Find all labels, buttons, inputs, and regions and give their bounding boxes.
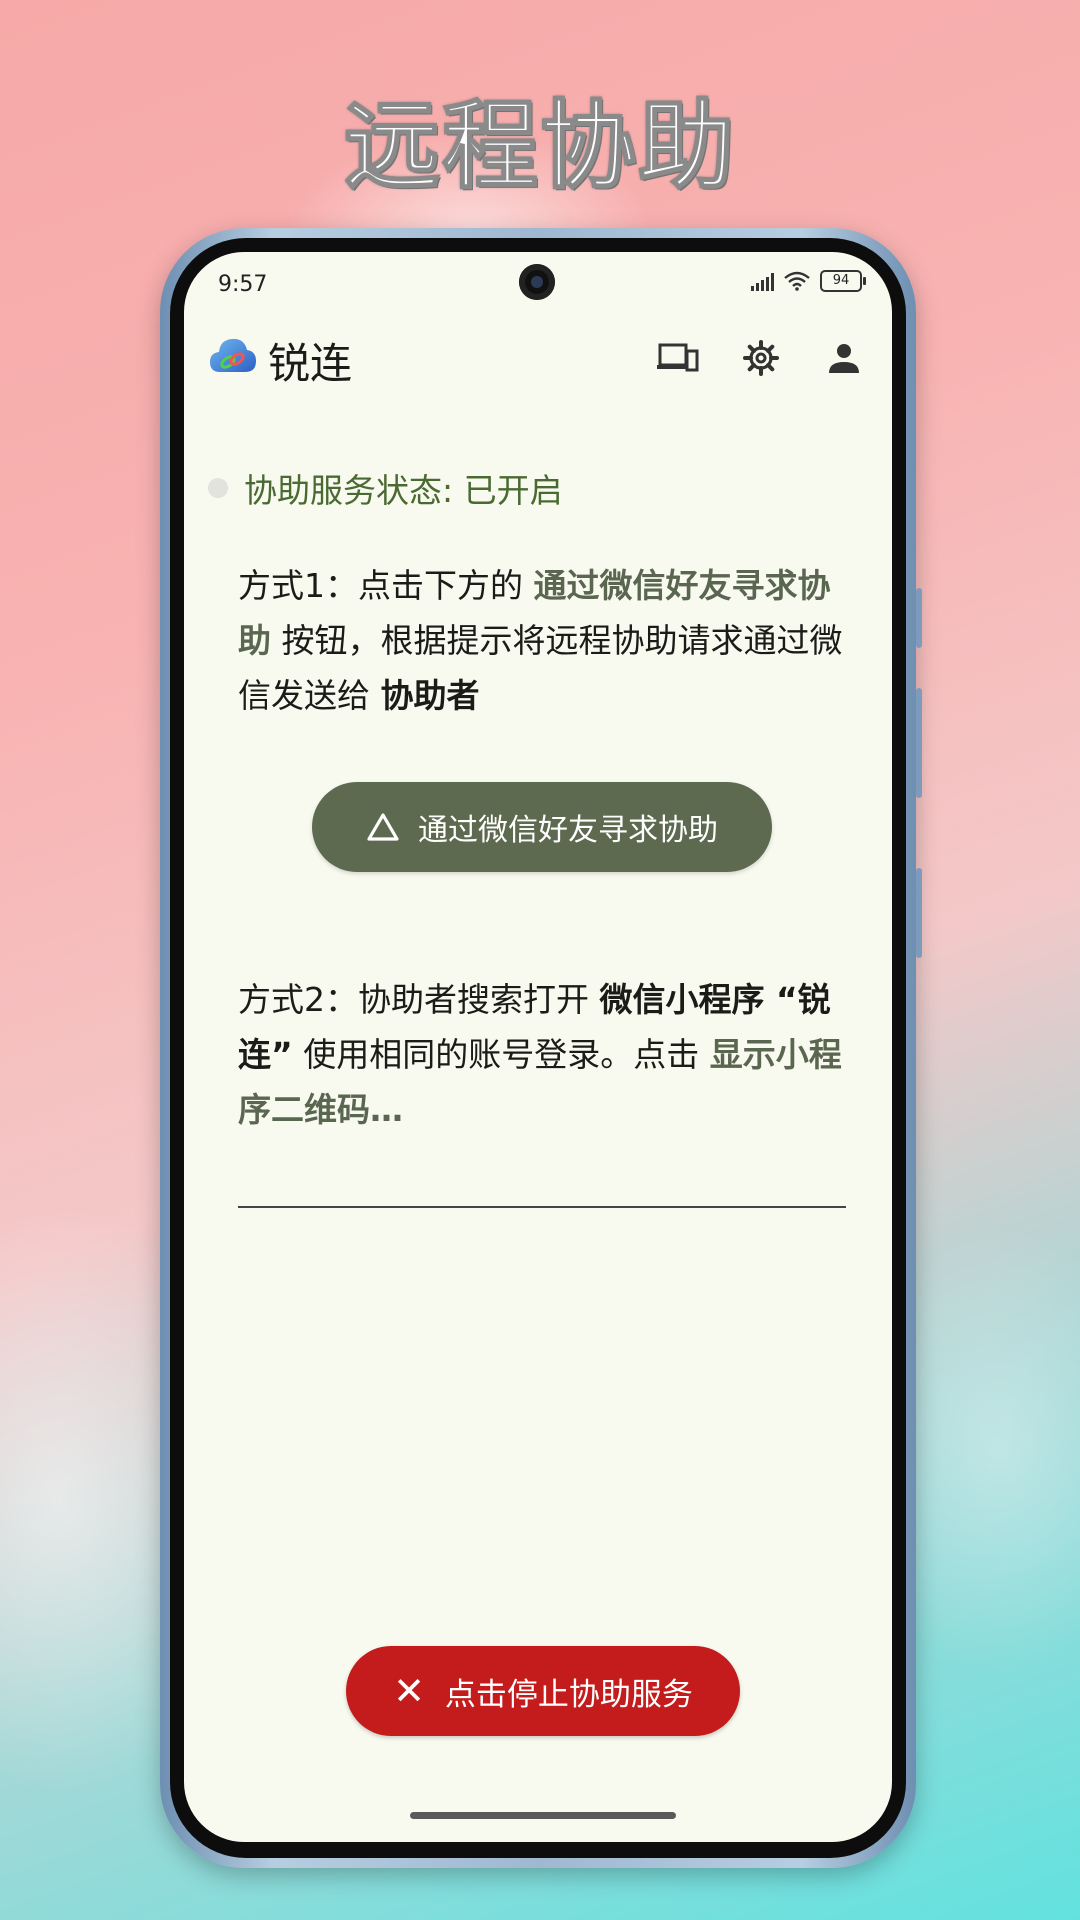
method1-strong: 协助者 bbox=[380, 676, 480, 715]
stop-service-button[interactable]: ✕ 点击停止协助服务 bbox=[346, 1646, 740, 1736]
method1-prefix: 方式1：点击下方的 bbox=[238, 566, 534, 605]
app-screen: 9:57 94 锐连 协助服务状态: 已开启 方式1：点击下方的 通过微信好友寻… bbox=[184, 252, 892, 1842]
hero-title: 远程协助 bbox=[343, 89, 736, 203]
devices-button[interactable] bbox=[656, 336, 700, 380]
gear-icon bbox=[743, 340, 779, 376]
app-bar: 锐连 bbox=[184, 312, 892, 412]
volume-button bbox=[916, 688, 922, 798]
status-dot bbox=[208, 478, 228, 498]
status-time: 9:57 bbox=[218, 272, 268, 297]
person-icon bbox=[829, 344, 859, 373]
wechat-help-button[interactable]: 通过微信好友寻求协助 bbox=[312, 782, 772, 872]
power-button bbox=[916, 868, 922, 958]
service-status-text: 协助服务状态: 已开启 bbox=[244, 471, 563, 510]
triangle-icon bbox=[367, 813, 399, 841]
method2-middle: 使用相同的账号登录。点击 bbox=[292, 1035, 710, 1074]
status-bar: 9:57 94 bbox=[184, 252, 892, 312]
method1-text: 方式1：点击下方的 通过微信好友寻求协助 按钮，根据提示将远程协助请求通过微信发… bbox=[238, 558, 848, 723]
status-icons: 94 bbox=[751, 270, 866, 292]
app-logo-icon bbox=[210, 338, 256, 372]
wechat-help-label: 通过微信好友寻求协助 bbox=[418, 813, 718, 848]
volume-button bbox=[916, 588, 922, 648]
account-button[interactable] bbox=[822, 336, 866, 380]
close-icon: ✕ bbox=[393, 1669, 425, 1713]
signal-icon bbox=[751, 271, 774, 291]
front-camera bbox=[519, 264, 555, 300]
home-indicator[interactable] bbox=[410, 1812, 676, 1819]
settings-button[interactable] bbox=[739, 336, 783, 380]
app-title: 锐连 bbox=[268, 339, 353, 388]
battery-icon: 94 bbox=[820, 270, 866, 292]
wifi-icon bbox=[784, 271, 810, 291]
devices-icon bbox=[657, 343, 699, 372]
stop-service-label: 点击停止协助服务 bbox=[444, 1676, 693, 1713]
method2-prefix: 方式2：协助者搜索打开 bbox=[238, 980, 600, 1019]
method2-text: 方式2：协助者搜索打开 微信小程序 “锐连” 使用相同的账号登录。点击 显示小程… bbox=[238, 972, 848, 1137]
service-status: 协助服务状态: 已开启 bbox=[208, 464, 563, 512]
phone-frame: 9:57 94 锐连 协助服务状态: 已开启 方式1：点击下方的 通过微信好友寻… bbox=[160, 228, 922, 1868]
divider bbox=[238, 1206, 846, 1208]
method1-middle: 按钮，根据提示将远程协助请求通过微信发送给 bbox=[238, 621, 843, 715]
